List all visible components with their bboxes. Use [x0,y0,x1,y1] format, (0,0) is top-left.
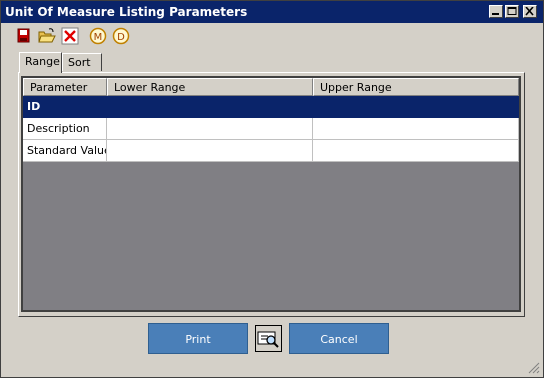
d-button[interactable]: D [112,27,130,45]
table-row[interactable]: Standard Value [23,140,519,162]
parameter-grid[interactable]: Parameter Lower Range Upper Range ID Des… [21,76,521,312]
upper-range-cell[interactable] [313,140,519,162]
minimize-icon [492,13,499,15]
minimize-button[interactable] [489,5,503,18]
close-icon [525,7,534,16]
column-header-lower-range[interactable]: Lower Range [107,78,313,96]
tab-range[interactable]: Range [19,52,62,73]
close-button[interactable] [523,5,537,18]
cancel-button[interactable]: Cancel [289,323,389,354]
upper-range-cell[interactable] [313,96,519,118]
save-button[interactable] [15,27,33,45]
save-icon [17,28,30,43]
tab-sort[interactable]: Sort [62,53,102,71]
table-row[interactable]: Description [23,118,519,140]
parameter-cell[interactable]: ID [23,96,107,118]
parameter-cell[interactable]: Description [23,118,107,140]
resize-grip-icon[interactable] [528,362,540,374]
column-header-upper-range[interactable]: Upper Range [313,78,519,96]
toolbar: M D [1,23,543,49]
window-title: Unit Of Measure Listing Parameters [5,5,248,19]
m-icon: M [89,27,107,45]
title-bar[interactable]: Unit Of Measure Listing Parameters [1,1,543,23]
print-preview-button[interactable] [255,325,282,352]
column-header-parameter[interactable]: Parameter [23,78,107,96]
m-letter: M [94,32,103,43]
lower-range-cell[interactable] [107,140,313,162]
delete-button[interactable] [61,27,79,45]
parameter-cell[interactable]: Standard Value [23,140,107,162]
maximize-icon [507,7,517,15]
print-preview-icon [257,331,279,348]
d-icon: D [112,27,130,45]
lower-range-cell[interactable] [107,96,313,118]
table-row[interactable]: ID [23,96,519,118]
dialog-window: Unit Of Measure Listing Parameters M D R… [0,0,544,378]
open-folder-icon [38,28,56,43]
open-button[interactable] [38,27,56,45]
grid-header: Parameter Lower Range Upper Range [23,78,519,96]
delete-icon [61,27,79,45]
print-button[interactable]: Print [148,323,248,354]
lower-range-cell[interactable] [107,118,313,140]
maximize-button[interactable] [505,5,519,18]
d-letter: D [117,32,125,43]
upper-range-cell[interactable] [313,118,519,140]
m-button[interactable]: M [89,27,107,45]
